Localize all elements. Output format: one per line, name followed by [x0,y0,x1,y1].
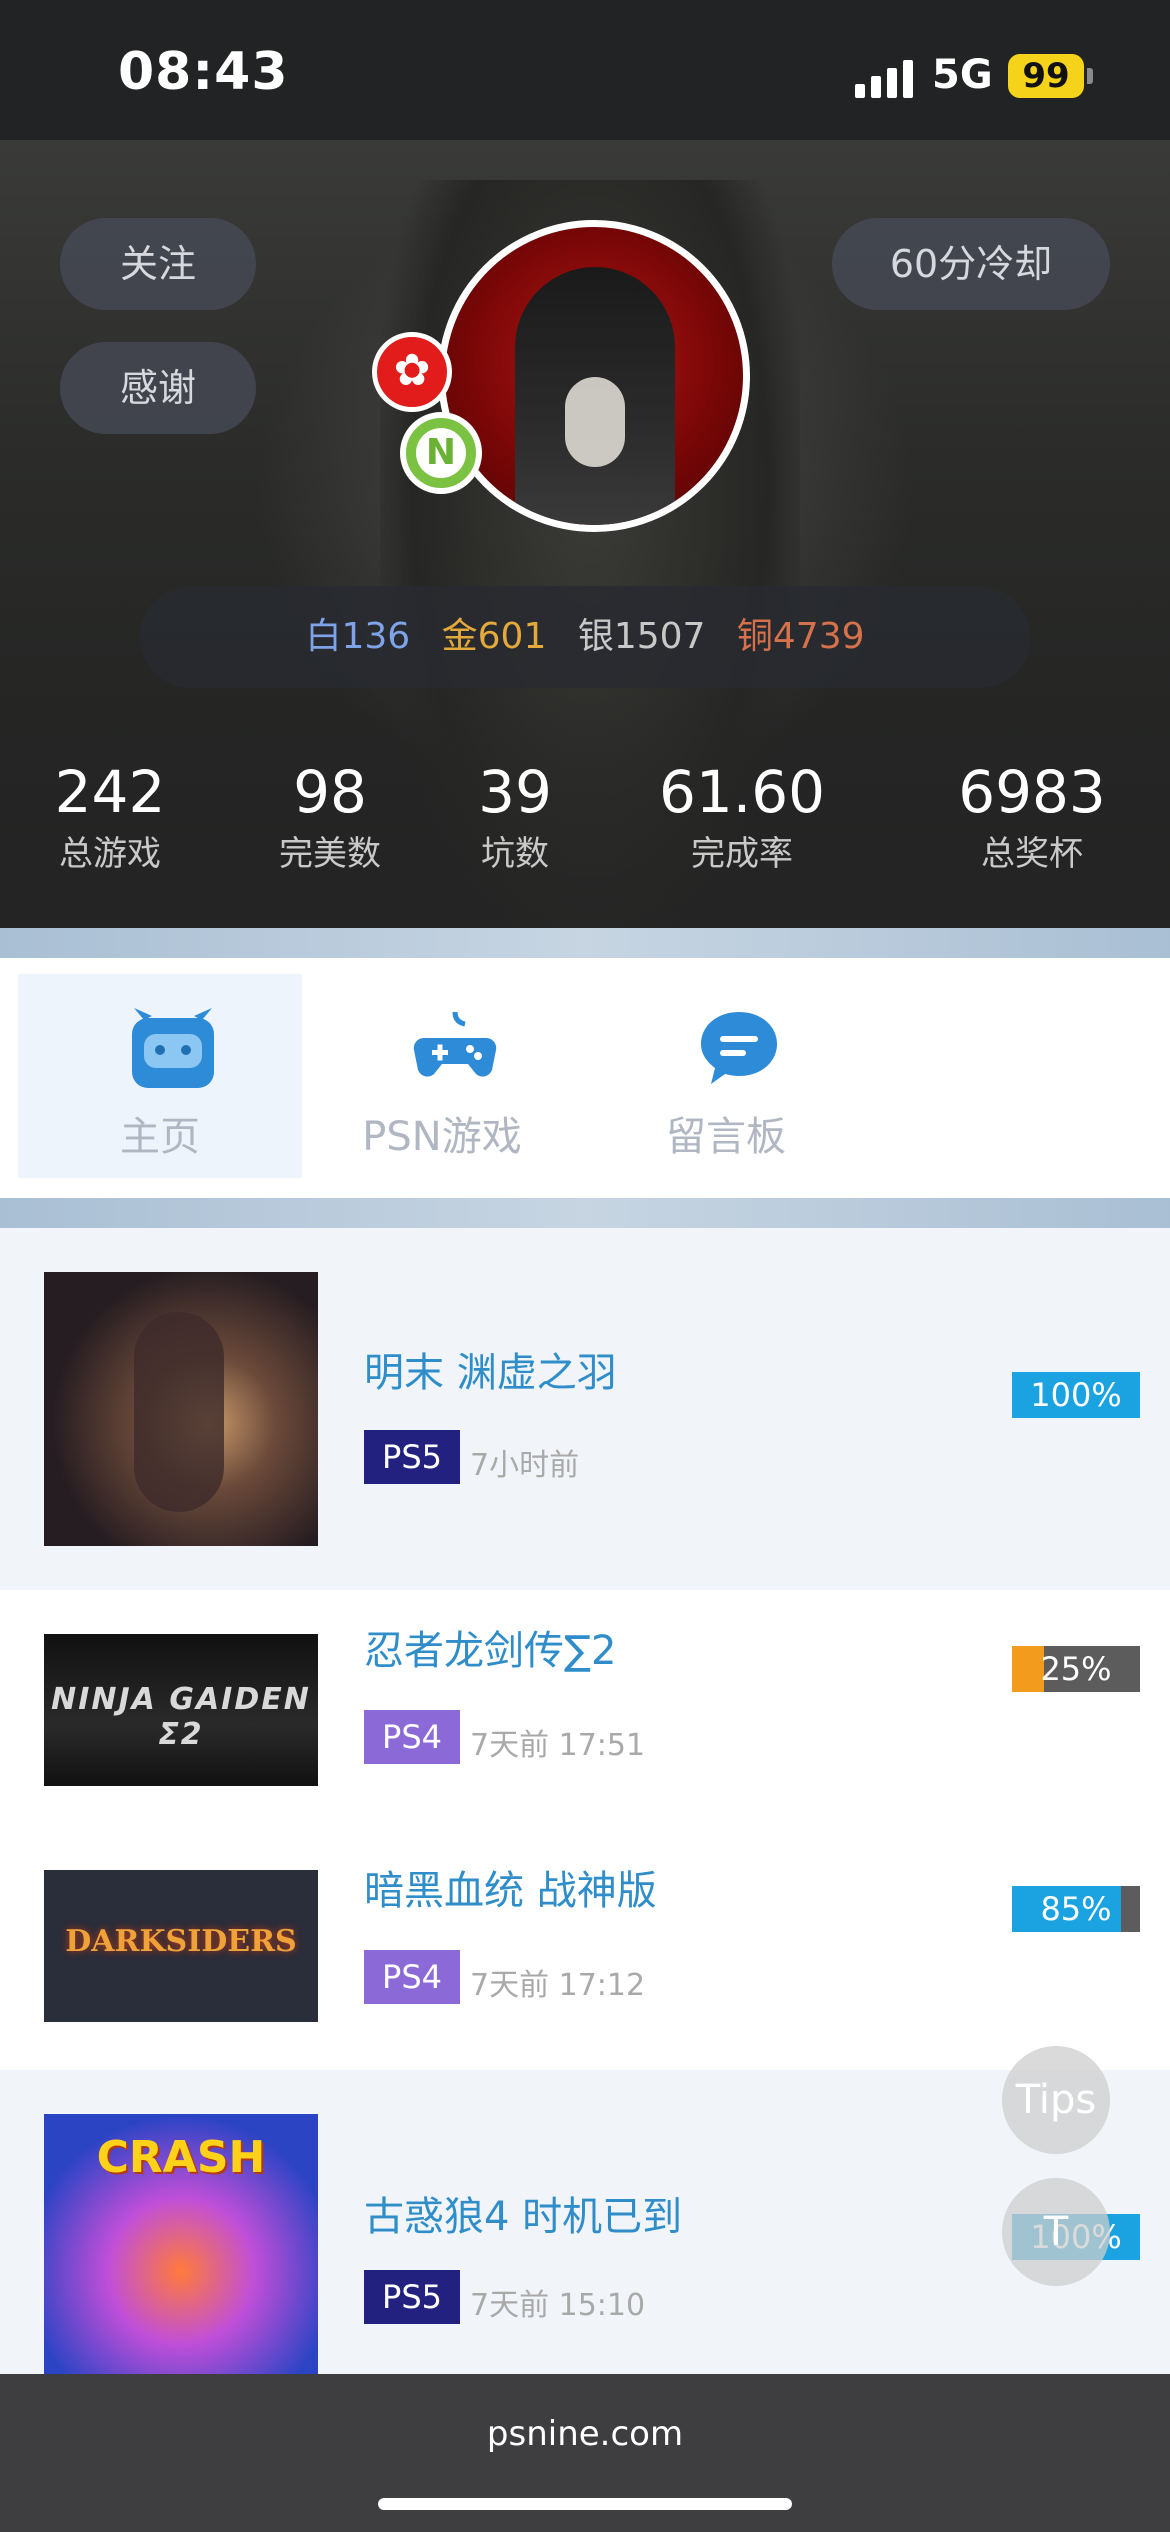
played-time: 7小时前 [470,1448,580,1483]
stat-completion-rate: 61.60 完成率 [652,760,832,875]
trophy-summary: 白136 金601 银1507 铜4739 [140,586,1030,688]
tab-message-board[interactable]: 留言板 [584,974,868,1178]
divider [0,1198,1170,1228]
tab-label: PSN游戏 [362,1114,522,1160]
game-cover[interactable]: NINJA GAIDEN Σ2 [44,1634,318,1786]
stat-label: 完美数 [279,834,381,874]
stat-label: 坑数 [481,834,549,874]
game-title[interactable]: 明末 渊虚之羽 [364,1340,617,1398]
game-title[interactable]: 忍者龙剑传∑2 [364,1618,616,1676]
divider [0,928,1170,958]
progress-bar: 25% [1012,1646,1140,1692]
game-cover[interactable]: CRASH [44,2114,318,2376]
home-face-icon [132,1008,214,1088]
profile-header: 关注 感谢 60分冷却 ✿ N 白136 金601 银1507 铜4739 24… [0,140,1170,928]
follow-button[interactable]: 关注 [60,218,256,310]
stat-label: 总奖杯 [981,834,1083,874]
thanks-button[interactable]: 感谢 [60,342,256,434]
game-title[interactable]: 暗黑血统 战神版 [364,1858,657,1916]
platform-badge: PS4 [364,1710,460,1764]
tab-label: 主页 [120,1114,200,1160]
scroll-top-button[interactable]: T [1002,2178,1110,2286]
cooldown-button[interactable]: 60分冷却 [832,218,1110,310]
level-badge-icon: N [400,412,482,494]
battery-level: 99 [1008,54,1084,98]
tips-button[interactable]: Tips [1002,2046,1110,2154]
game-cover[interactable] [44,1272,318,1546]
cover-figure [134,1312,224,1512]
battery-icon [1087,68,1093,84]
played-time: 7天前 17:12 [470,1968,646,2003]
tab-home[interactable]: 主页 [18,974,302,1178]
platinum-count: 白136 [305,616,411,657]
gamepad-icon [413,1011,497,1077]
progress-bar: 85% [1012,1886,1140,1932]
played-time: 7天前 17:51 [470,1728,646,1763]
tab-psn-games[interactable]: PSN游戏 [300,974,584,1178]
game-row[interactable]: 明末 渊虚之羽 PS5 7小时前 100% [0,1228,1170,1590]
stat-value: 98 [293,758,367,826]
network-type: 5G [932,52,993,98]
game-cover[interactable]: DARKSIDERS [44,1870,318,2022]
stat-total-games: 242 总游戏 [50,760,170,875]
tab-label: 留言板 [666,1114,786,1160]
home-indicator[interactable] [378,2498,792,2510]
status-time: 08:43 [118,42,289,102]
stat-label: 完成率 [691,834,793,874]
progress-text: 25% [1040,1650,1112,1688]
cover-title: NINJA GAIDEN Σ2 [51,1682,311,1752]
game-row[interactable]: DARKSIDERS 暗黑血统 战神版 PS4 7天前 17:12 85% [0,1830,1170,2070]
stat-value: 242 [54,758,166,826]
browser-address-bar: psnine.com [0,2374,1170,2532]
bronze-count: 铜4739 [736,616,865,657]
status-bar: 08:43 5G 99 [0,0,1170,140]
stat-value: 61.60 [658,758,826,826]
progress-text: 85% [1040,1890,1112,1928]
progress-text: 100% [1030,1376,1122,1414]
stat-total-trophies: 6983 总奖杯 [950,760,1114,875]
game-title[interactable]: 古惑狼4 时机已到 [364,2184,682,2242]
platform-badge: PS4 [364,1950,460,2004]
silver-count: 银1507 [577,616,706,657]
avatar[interactable] [438,220,750,532]
stat-value: 39 [478,758,552,826]
game-row[interactable]: CRASH 古惑狼4 时机已到 PS5 7天前 15:10 100% [0,2070,1170,2376]
gold-count: 金601 [441,616,547,657]
region-flag-icon: ✿ [372,332,452,412]
avatar-collar [565,377,625,467]
signal-icon [855,60,913,98]
stat-value: 6983 [958,758,1106,826]
platform-badge: PS5 [364,1430,460,1484]
stat-label: 总游戏 [59,834,161,874]
progress-bar: 100% [1012,1372,1140,1418]
stat-unfinished: 39 坑数 [455,760,575,875]
cover-title: CRASH [96,2132,266,2183]
cover-title: DARKSIDERS [65,1924,297,1959]
site-domain[interactable]: psnine.com [0,2414,1170,2454]
stat-perfect: 98 完美数 [270,760,390,875]
played-time: 7天前 15:10 [470,2288,646,2323]
platform-badge: PS5 [364,2270,460,2324]
game-row[interactable]: NINJA GAIDEN Σ2 忍者龙剑传∑2 PS4 7天前 17:51 25… [0,1590,1170,1830]
message-board-icon [701,1012,777,1084]
tab-bar: 主页 PSN游戏 留言板 [0,958,1170,1198]
level-badge-letter: N [416,428,466,478]
